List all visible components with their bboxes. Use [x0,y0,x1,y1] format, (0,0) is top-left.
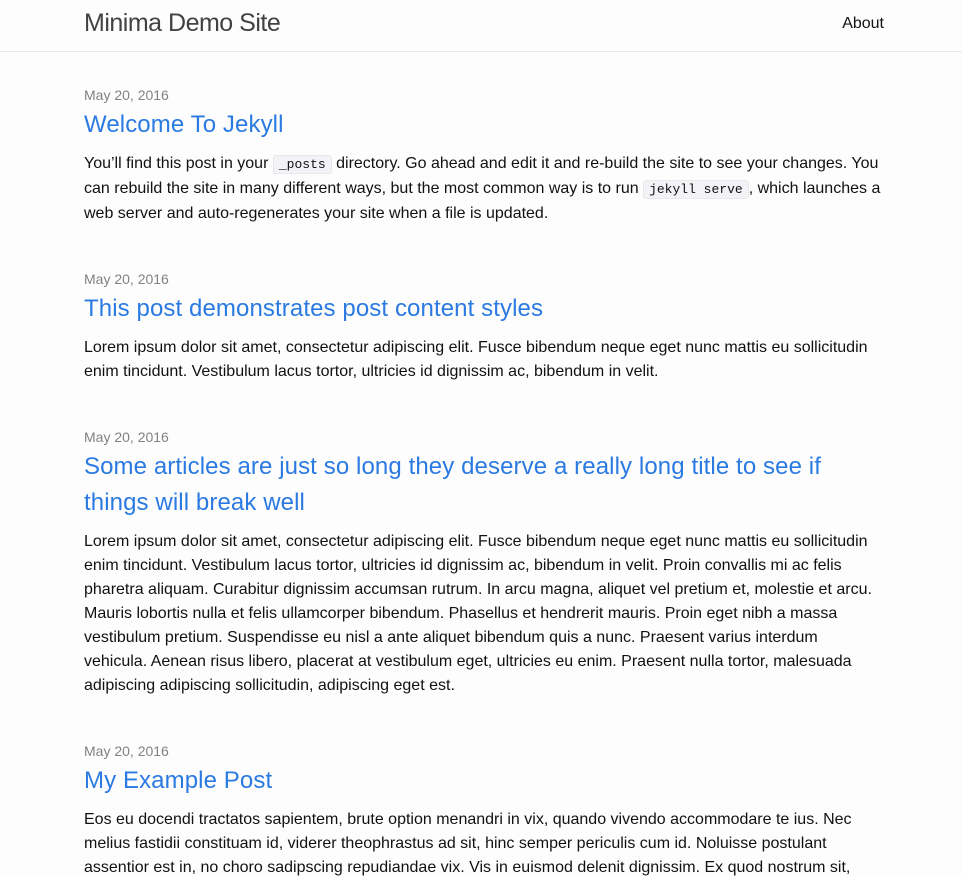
post-title-link[interactable]: Welcome To Jekyll [84,107,884,143]
post-date: May 20, 2016 [84,87,169,103]
post-excerpt: You’ll find this post in your _posts dir… [84,152,884,226]
inline-code: jekyll serve [643,180,749,199]
inline-code: _posts [272,155,332,174]
site-title-link[interactable]: Minima Demo Site [84,9,281,38]
post-date: May 20, 2016 [84,271,169,287]
post-title-link[interactable]: Some articles are just so long they dese… [84,449,884,521]
post-excerpt: Eos eu docendi tractatos sapientem, brut… [84,811,852,876]
nav-link-about[interactable]: About [842,15,884,33]
post-title-link[interactable]: This post demonstrates post content styl… [84,291,884,327]
post-item: May 20, 2016 Some articles are just so l… [84,427,884,698]
post-item: May 20, 2016 This post demonstrates post… [84,269,884,384]
excerpt-text: You’ll find this post in your [84,155,273,172]
post-excerpt: Lorem ipsum dolor sit amet, consectetur … [84,533,872,694]
post-date: May 20, 2016 [84,743,169,759]
post-item: May 20, 2016 Welcome To Jekyll You’ll fi… [84,85,884,226]
post-title-link[interactable]: My Example Post [84,763,884,799]
post-excerpt: Lorem ipsum dolor sit amet, consectetur … [84,339,868,380]
post-list: May 20, 2016 Welcome To Jekyll You’ll fi… [0,85,884,876]
site-header: Minima Demo Site About [0,0,962,52]
post-item: May 20, 2016 My Example Post Eos eu doce… [84,741,884,876]
post-date: May 20, 2016 [84,429,169,445]
